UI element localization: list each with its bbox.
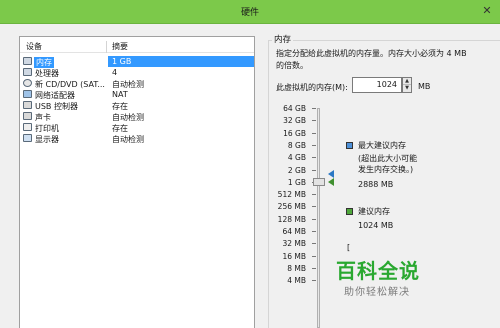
tick-label: 128 MB: [277, 214, 306, 224]
network-adapter-icon: [23, 90, 32, 98]
usb-icon: [23, 101, 32, 109]
device-name: 显示器: [35, 135, 59, 144]
slider-track[interactable]: [317, 108, 320, 328]
watermark: 百科全说 助你轻松解决: [332, 255, 472, 315]
column-separator: [106, 41, 107, 53]
tick-mark: [312, 108, 316, 109]
device-summary: 1 GB: [112, 57, 132, 66]
tick-label: 512 MB: [277, 190, 306, 200]
tick-label: 64 GB: [283, 104, 306, 113]
title-bar: 硬件 ✕: [0, 0, 500, 24]
tick-label: 16 GB: [283, 128, 306, 138]
max-recommended-legend-icon: [346, 142, 353, 149]
watermark-subtitle: 助你轻松解决: [344, 287, 410, 298]
stepper-down-icon[interactable]: ▼: [403, 85, 411, 92]
watermark-title: 百科全说: [336, 259, 420, 283]
tick-mark: [312, 218, 316, 220]
memory-field-label: 此虚拟机的内存(M):: [276, 83, 348, 92]
tick-mark: [312, 206, 316, 208]
tick-label: 8 GB: [287, 140, 306, 150]
memory-description-line1: 指定分配给此虚拟机的内存量。内存大小必须为 4 MB: [276, 49, 467, 58]
tick-mark: [312, 132, 316, 134]
recommended-legend-icon: [346, 208, 353, 215]
memory-unit: MB: [418, 82, 431, 91]
memory-group-label: 内存: [272, 33, 294, 45]
device-list: 设备 摘要 内存 1 GB 处理器 4 新 CD/DVD (SAT... 自动检…: [19, 36, 255, 328]
tick-label: 256 MB: [277, 202, 306, 212]
tick-label: 1 GB: [287, 177, 306, 187]
memory-input[interactable]: 1024: [352, 77, 402, 93]
tick-label: 16 MB: [282, 251, 306, 261]
memory-description: 指定分配给此虚拟机的内存量。内存大小必须为 4 MB 的倍数。: [276, 48, 491, 72]
device-row-cd-dvd[interactable]: 新 CD/DVD (SAT... 自动检测: [20, 78, 254, 89]
device-row-memory[interactable]: 内存 1 GB: [20, 56, 254, 68]
device-row-printer[interactable]: 打印机 存在: [20, 122, 254, 133]
max-recommended-value: 2888 MB: [358, 180, 394, 189]
max-recommended-note: 发生内存交换。): [358, 165, 414, 174]
memory-description-line2: 的倍数。: [276, 61, 308, 70]
recommended-marker-icon: [328, 177, 334, 186]
max-recommended-title: 最大建议内存: [358, 141, 406, 150]
memory-icon: [23, 57, 32, 65]
recommended-value: 1024 MB: [358, 221, 394, 230]
sound-card-icon: [23, 112, 32, 120]
tick-mark: [312, 169, 316, 171]
device-row-usb[interactable]: USB 控制器 存在: [20, 100, 254, 111]
tick-mark: [312, 144, 316, 146]
tick-mark: [312, 243, 316, 245]
memory-stepper[interactable]: ▲ ▼: [402, 77, 412, 93]
tick-mark: [312, 157, 316, 159]
stepper-up-icon[interactable]: ▲: [403, 78, 411, 85]
tick-mark: [312, 280, 316, 282]
window-title: 硬件: [240, 8, 259, 18]
tick-label: 32 GB: [283, 116, 306, 126]
device-list-header: 设备 摘要: [20, 39, 254, 53]
tick-mark: [312, 231, 316, 232]
slider-thumb[interactable]: [313, 177, 325, 186]
tick-mark: [312, 255, 316, 257]
tick-mark: [312, 194, 316, 196]
device-summary: NAT: [112, 90, 128, 99]
printer-icon: [23, 123, 32, 131]
column-device[interactable]: 设备: [26, 41, 42, 52]
device-summary: 4: [112, 68, 118, 77]
max-recommended-marker-icon: [328, 170, 334, 178]
tick-label: 4 MB: [287, 276, 306, 286]
device-row-sound[interactable]: 声卡 自动检测: [20, 111, 254, 122]
tick-label: 32 MB: [282, 239, 306, 249]
device-row-display[interactable]: 显示器 自动检测: [20, 133, 254, 144]
device-row-processor[interactable]: 处理器 4: [20, 67, 254, 78]
cd-dvd-icon: [23, 79, 32, 87]
tick-label: 64 MB: [282, 227, 306, 236]
max-recommended-note: (超出此大小可能: [358, 154, 418, 163]
close-icon[interactable]: ✕: [480, 4, 494, 18]
cpu-icon: [23, 68, 32, 76]
tick-label: 8 MB: [287, 263, 306, 273]
tick-label: 4 GB: [287, 153, 306, 163]
display-icon: [23, 134, 32, 142]
tick-label: 2 GB: [287, 165, 306, 175]
recommended-title: 建议内存: [358, 207, 390, 216]
tick-mark: [312, 120, 316, 122]
guest-min-marker: [: [347, 243, 351, 252]
hardware-dialog: 硬件 ✕ 设备 摘要 内存 1 GB 处理器 4 新 CD/DVD (SAT..…: [0, 0, 500, 328]
column-summary[interactable]: 摘要: [112, 41, 128, 52]
tick-mark: [312, 267, 316, 269]
device-row-network[interactable]: 网络适配器 NAT: [20, 89, 254, 100]
device-summary: 自动检测: [112, 135, 144, 144]
